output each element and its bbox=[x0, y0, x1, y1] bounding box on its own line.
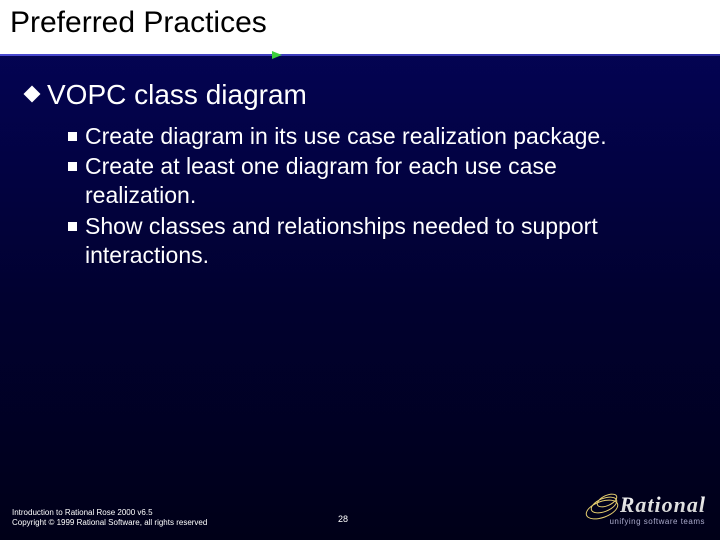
rule-line bbox=[0, 54, 720, 56]
bullet-level2: Show classes and relationships needed to… bbox=[68, 212, 690, 270]
title-bar: Preferred Practices bbox=[0, 0, 720, 54]
bullet-l1-text: VOPC class diagram bbox=[47, 78, 307, 112]
square-bullet-icon bbox=[68, 222, 77, 231]
brand-tagline: unifying software teams bbox=[609, 517, 706, 526]
bullet-l2-text: Create diagram in its use case realizati… bbox=[85, 122, 607, 151]
footer-right: Rational unifying software teams bbox=[584, 492, 706, 526]
bullet-level2: Create at least one diagram for each use… bbox=[68, 152, 690, 210]
arrow-icon bbox=[272, 51, 282, 59]
footer-left: Introduction to Rational Rose 2000 v6.5 … bbox=[12, 508, 207, 528]
slide: Preferred Practices VOPC class diagram C… bbox=[0, 0, 720, 540]
brand-logo: Rational unifying software teams bbox=[584, 492, 706, 526]
square-bullet-icon bbox=[68, 132, 77, 141]
footer-line1: Introduction to Rational Rose 2000 v6.5 bbox=[12, 508, 207, 518]
bullet-l2-text: Show classes and relationships needed to… bbox=[85, 212, 665, 270]
title-rule bbox=[0, 54, 720, 60]
diamond-bullet-icon bbox=[24, 86, 41, 103]
brand-main: Rational bbox=[584, 492, 706, 518]
bullet-l2-text: Create at least one diagram for each use… bbox=[85, 152, 665, 210]
bullet-level2: Create diagram in its use case realizati… bbox=[68, 122, 690, 151]
brand-name: Rational bbox=[620, 492, 706, 518]
sub-bullets: Create diagram in its use case realizati… bbox=[68, 122, 690, 270]
square-bullet-icon bbox=[68, 162, 77, 171]
bullet-level1: VOPC class diagram bbox=[26, 78, 690, 112]
content-area: VOPC class diagram Create diagram in its… bbox=[26, 78, 690, 271]
slide-title: Preferred Practices bbox=[10, 6, 710, 40]
footer: Introduction to Rational Rose 2000 v6.5 … bbox=[12, 492, 708, 528]
footer-line2: Copyright © 1999 Rational Software, all … bbox=[12, 518, 207, 528]
swirl-icon bbox=[584, 492, 618, 518]
page-number: 28 bbox=[338, 514, 348, 524]
